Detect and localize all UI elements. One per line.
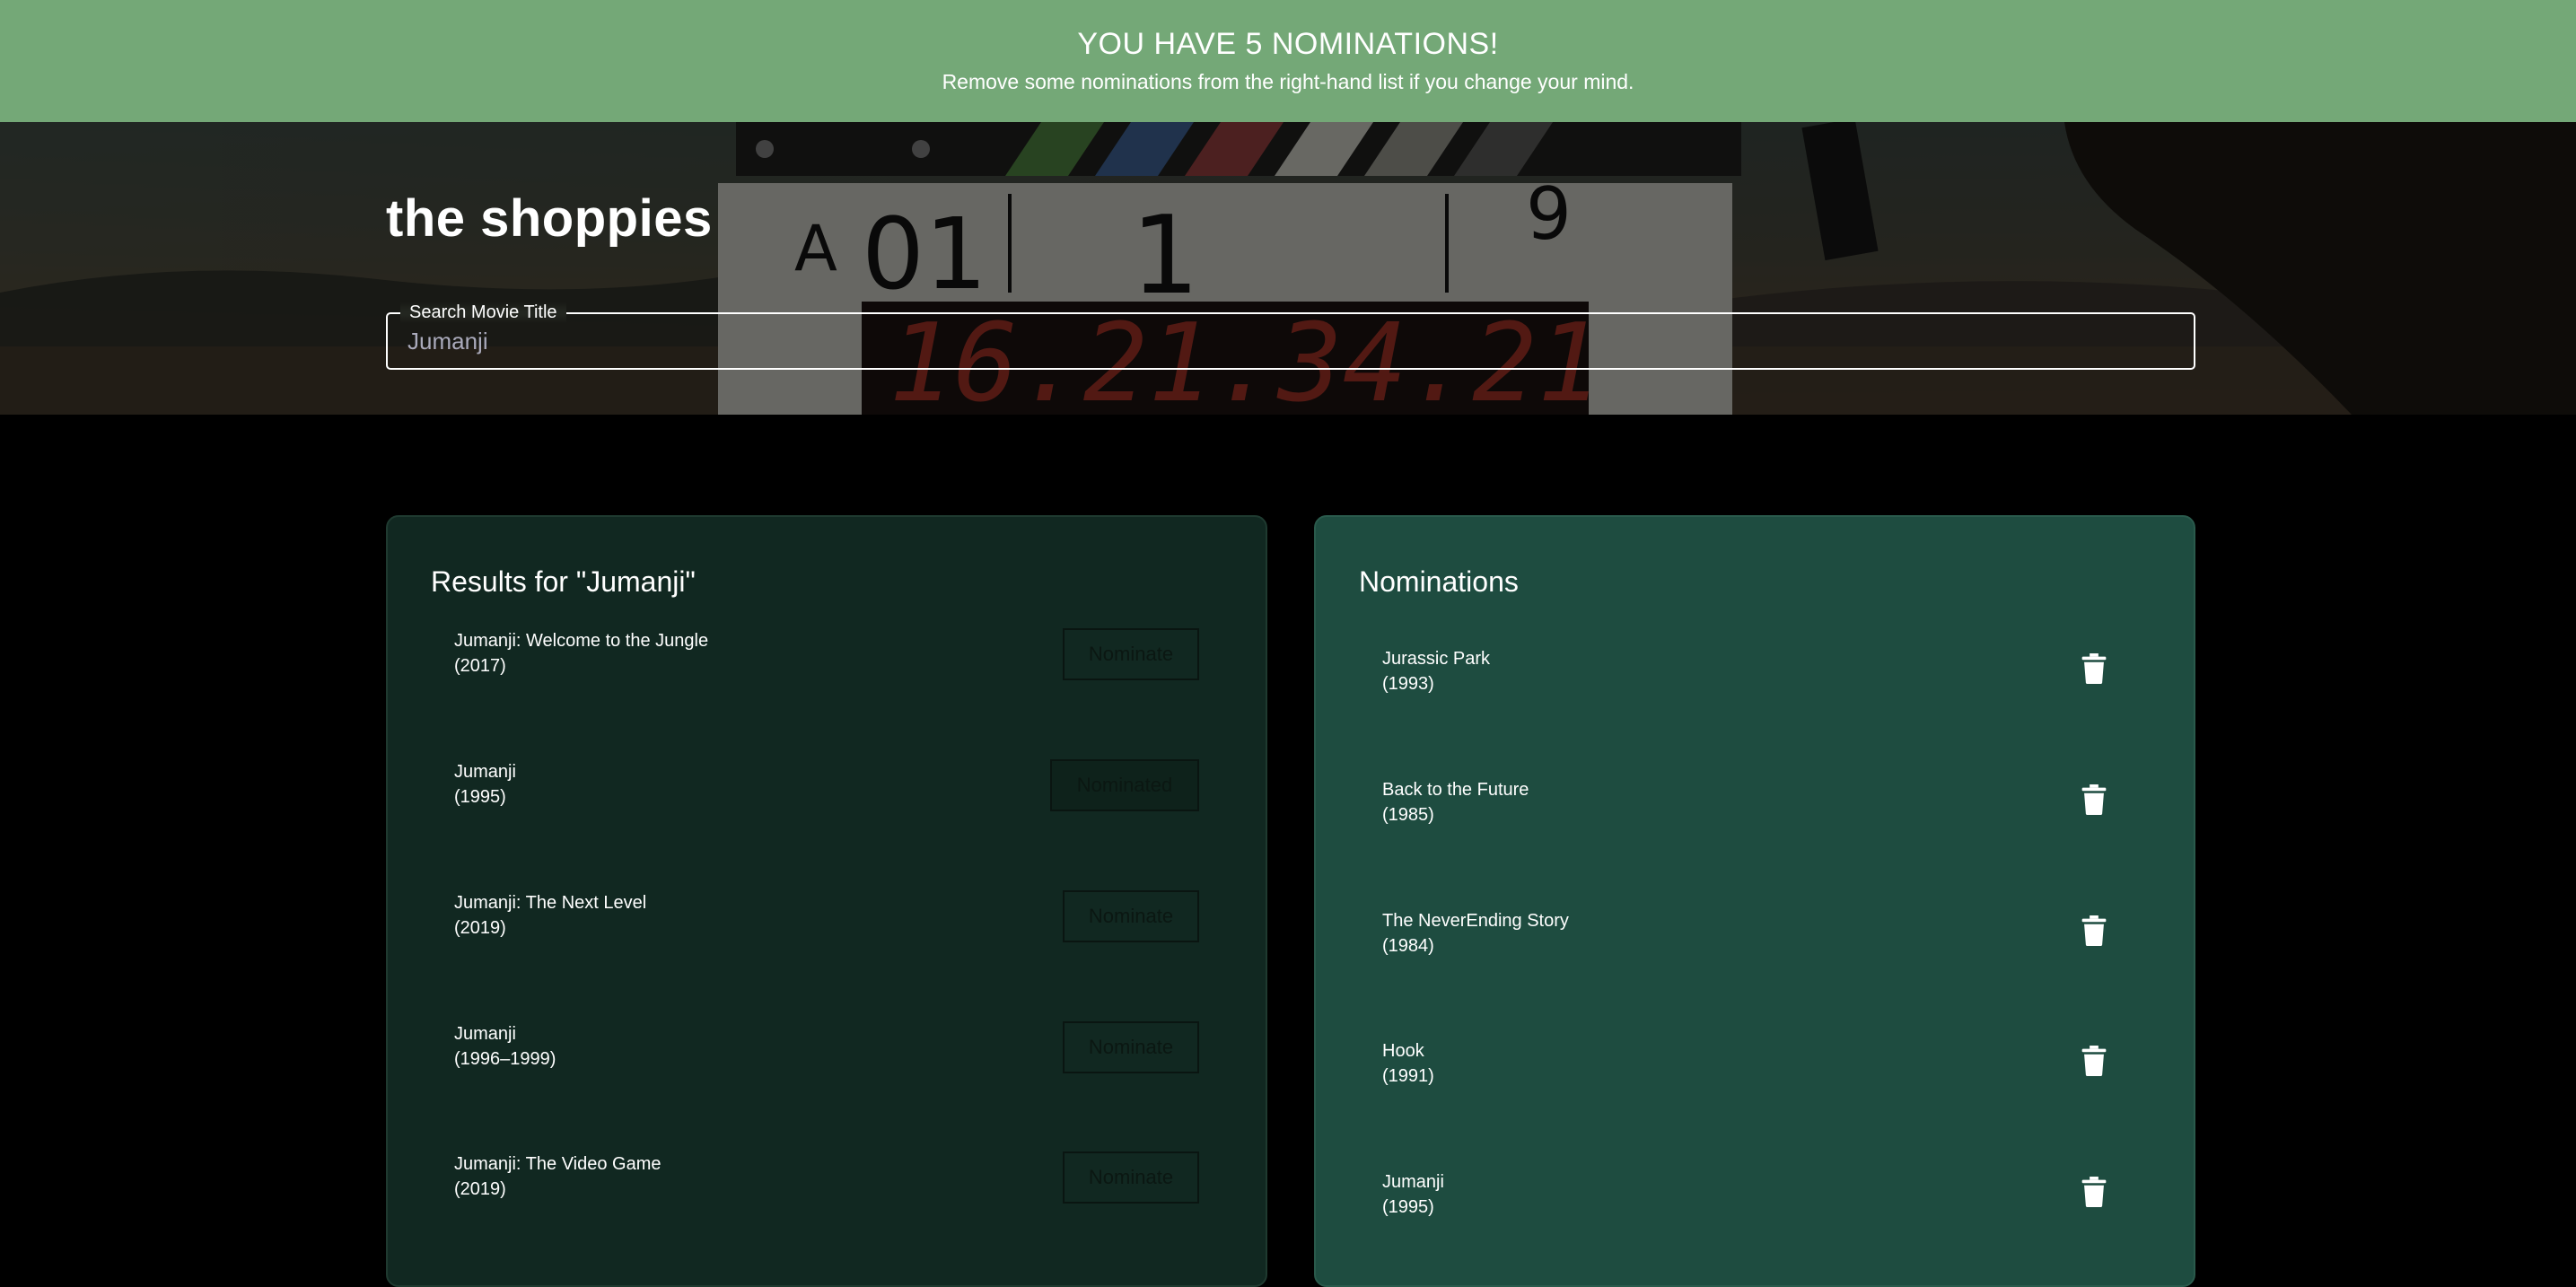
result-year: (2017) xyxy=(454,656,506,676)
nomination-item: Back to the Future (1985) xyxy=(1316,777,2194,876)
result-item: Jumanji: The Next Level (2019) Nominate xyxy=(388,890,1266,989)
result-item: Jumanji: The Video Game (2019) Nominate xyxy=(388,1151,1266,1250)
result-title: Jumanji xyxy=(454,1024,516,1044)
nomination-year: (1991) xyxy=(1382,1066,1434,1086)
nominations-panel: Nominations Jurassic Park (1993) Back to… xyxy=(1314,515,2195,1287)
result-title: Jumanji xyxy=(454,762,516,782)
nominate-button[interactable]: Nominate xyxy=(1063,1151,1199,1204)
nomination-title: Jumanji xyxy=(1382,1172,1444,1192)
banner-title: YOU HAVE 5 NOMINATIONS! xyxy=(1077,27,1499,61)
result-item: Jumanji (1996–1999) Nominate xyxy=(388,1021,1266,1120)
nominated-button[interactable]: Nominated xyxy=(1050,759,1199,811)
trash-icon[interactable] xyxy=(2081,784,2107,815)
trash-icon[interactable] xyxy=(2081,1046,2107,1076)
nomination-title: The NeverEnding Story xyxy=(1382,911,1569,931)
nominate-button[interactable]: Nominate xyxy=(1063,890,1199,942)
nominations-banner: YOU HAVE 5 NOMINATIONS! Remove some nomi… xyxy=(0,0,2576,122)
search-label: Search Movie Title xyxy=(400,302,566,323)
result-year: (1995) xyxy=(454,787,506,807)
trash-icon[interactable] xyxy=(2081,653,2107,684)
search-input[interactable] xyxy=(388,314,2194,368)
result-year: (2019) xyxy=(454,1179,506,1199)
search-field[interactable]: Search Movie Title xyxy=(386,302,2195,370)
nomination-year: (1985) xyxy=(1382,805,1434,825)
result-title: Jumanji: The Video Game xyxy=(454,1154,662,1174)
result-item: Jumanji (1995) Nominated xyxy=(388,759,1266,858)
trash-icon[interactable] xyxy=(2081,1177,2107,1207)
app-title: the shoppies xyxy=(386,189,713,248)
result-year: (1996–1999) xyxy=(454,1049,556,1069)
nomination-item: Hook (1991) xyxy=(1316,1038,2194,1137)
result-year: (2019) xyxy=(454,918,506,938)
trash-icon[interactable] xyxy=(2081,915,2107,946)
nominations-heading: Nominations xyxy=(1359,565,1519,598)
result-item: Jumanji: Welcome to the Jungle (2017) No… xyxy=(388,628,1266,727)
nominate-button[interactable]: Nominate xyxy=(1063,628,1199,680)
hero-header: A 01 1 9 16.21.34.21 the shoppies Search… xyxy=(0,122,2576,415)
nomination-year: (1984) xyxy=(1382,936,1434,956)
nomination-title: Back to the Future xyxy=(1382,780,1529,800)
nomination-item: The NeverEnding Story (1984) xyxy=(1316,908,2194,1007)
nominate-button[interactable]: Nominate xyxy=(1063,1021,1199,1073)
nomination-title: Jurassic Park xyxy=(1382,649,1491,669)
nomination-year: (1995) xyxy=(1382,1197,1434,1217)
result-title: Jumanji: Welcome to the Jungle xyxy=(454,631,709,651)
banner-subtitle: Remove some nominations from the right-h… xyxy=(942,70,1634,93)
nomination-item: Jumanji (1995) xyxy=(1316,1169,2194,1268)
result-title: Jumanji: The Next Level xyxy=(454,893,647,913)
nomination-year: (1993) xyxy=(1382,674,1434,694)
results-heading: Results for "Jumanji" xyxy=(431,565,696,598)
nomination-title: Hook xyxy=(1382,1041,1424,1061)
results-panel: Results for "Jumanji" Jumanji: Welcome t… xyxy=(386,515,1267,1287)
nomination-item: Jurassic Park (1993) xyxy=(1316,646,2194,745)
